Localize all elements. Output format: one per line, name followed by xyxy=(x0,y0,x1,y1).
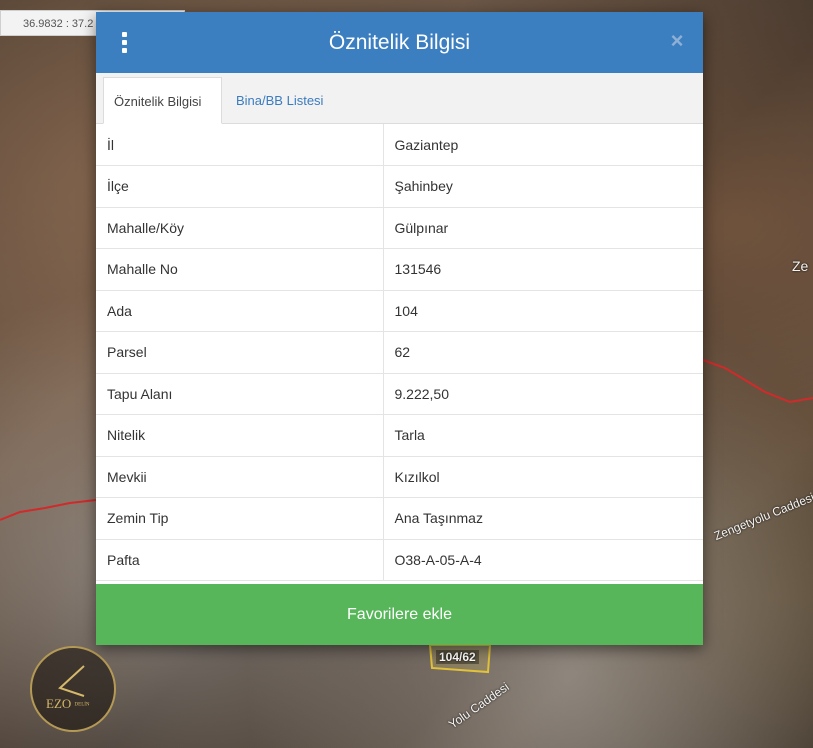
tab-attribute-info[interactable]: Öznitelik Bilgisi xyxy=(103,77,222,124)
table-row: Tapu Alanı 9.222,50 xyxy=(96,373,703,415)
row-key: Nitelik xyxy=(96,414,384,457)
row-key: Mahalle/Köy xyxy=(96,207,384,249)
row-key: Tapu Alanı xyxy=(96,373,384,415)
tab-building-list[interactable]: Bina/BB Listesi xyxy=(226,77,333,124)
row-value: O38-A-05-A-4 xyxy=(383,539,703,581)
row-key: İl xyxy=(96,124,384,166)
tab-bar: Öznitelik Bilgisi Bina/BB Listesi xyxy=(96,73,703,124)
table-row: Nitelik Tarla xyxy=(96,414,703,457)
row-key: Mevkii xyxy=(96,456,384,498)
dialog-header: Öznitelik Bilgisi × xyxy=(96,12,703,73)
row-value: 9.222,50 xyxy=(383,373,703,415)
row-value: Tarla xyxy=(383,414,703,457)
table-row: Ada 104 xyxy=(96,290,703,332)
row-value: Kızılkol xyxy=(383,456,703,498)
table-row: Mahalle/Köy Gülpınar xyxy=(96,207,703,249)
row-key: Pafta xyxy=(96,539,384,581)
table-row: Mevkii Kızılkol xyxy=(96,456,703,498)
map-street-label-edge: Ze xyxy=(792,258,809,274)
table-row: İlçe Şahinbey xyxy=(96,165,703,208)
add-to-favorites-button[interactable]: Favorilere ekle xyxy=(96,584,703,645)
row-value: Gaziantep xyxy=(383,124,703,166)
row-value: 62 xyxy=(383,331,703,374)
table-row: Pafta O38-A-05-A-4 xyxy=(96,539,703,581)
table-row: Mahalle No 131546 xyxy=(96,248,703,291)
logo-text: EZO DELİN xyxy=(46,696,90,712)
row-value: Ana Taşınmaz xyxy=(383,497,703,540)
close-icon[interactable]: × xyxy=(665,29,689,53)
logo-sub-text: DELİN xyxy=(74,702,90,708)
table-row: İl Gaziantep xyxy=(96,124,703,166)
boundary-line-right xyxy=(702,359,813,404)
table-row: Zemin Tip Ana Taşınmaz xyxy=(96,497,703,540)
dialog-title: Öznitelik Bilgisi xyxy=(328,31,471,54)
logo-main-text: EZO xyxy=(46,696,72,711)
table-row: Parsel 62 xyxy=(96,331,703,374)
parcel-label: 104/62 xyxy=(436,650,479,664)
row-value: Şahinbey xyxy=(383,165,703,208)
row-value: 131546 xyxy=(383,248,703,291)
company-logo: EZO DELİN xyxy=(30,646,116,732)
row-key: İlçe xyxy=(96,165,384,208)
logo-mark-icon xyxy=(58,665,85,697)
row-key: Ada xyxy=(96,290,384,332)
row-key: Mahalle No xyxy=(96,248,384,291)
vertical-dots-icon[interactable] xyxy=(116,32,132,54)
row-key: Zemin Tip xyxy=(96,497,384,540)
attribute-dialog: Öznitelik Bilgisi × Öznitelik Bilgisi Bi… xyxy=(96,12,703,645)
row-value: Gülpınar xyxy=(383,207,703,249)
boundary-line-left xyxy=(0,499,97,521)
row-key: Parsel xyxy=(96,331,384,374)
attribute-table: İl Gaziantep İlçe Şahinbey Mahalle/Köy G… xyxy=(96,124,703,581)
row-value: 104 xyxy=(383,290,703,332)
